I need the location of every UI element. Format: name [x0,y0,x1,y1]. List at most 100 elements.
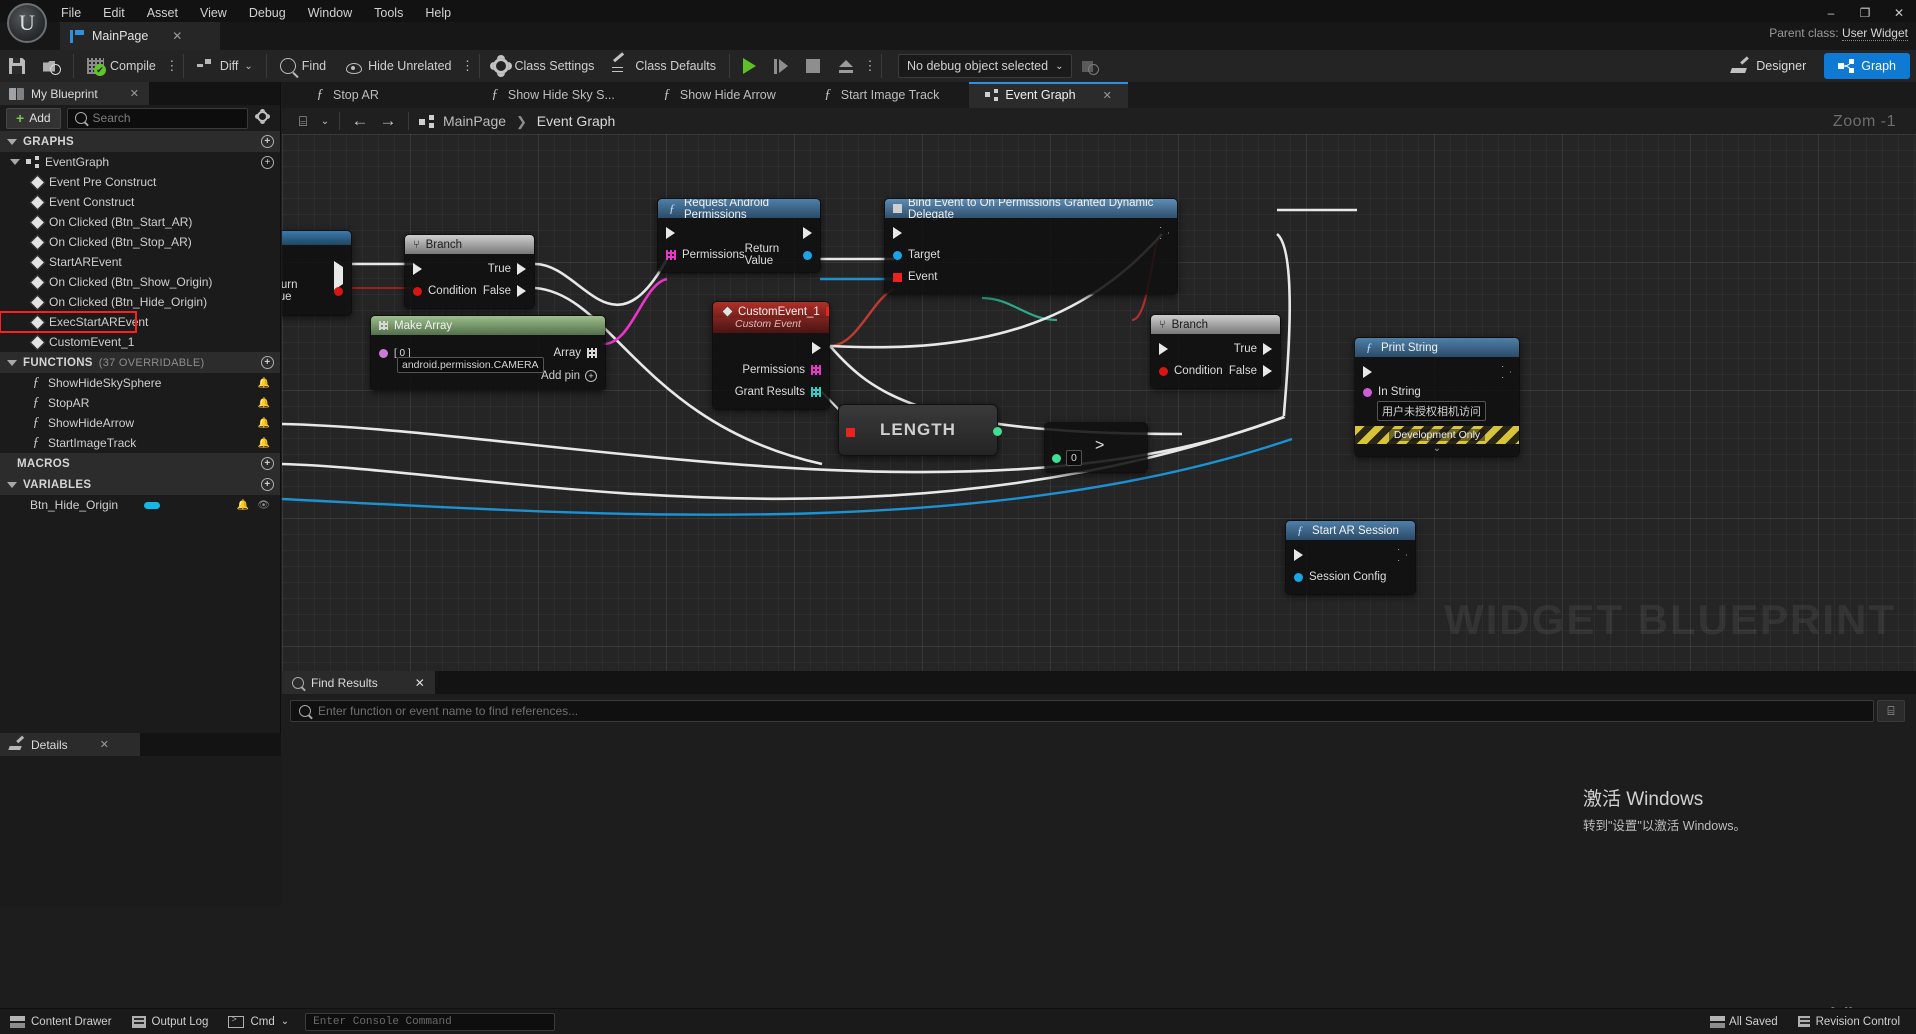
designer-mode-button[interactable]: Designer [1717,53,1820,79]
graph-tab-close-icon[interactable]: ✕ [1103,89,1112,102]
bell-icon[interactable]: 🔔 [258,378,270,389]
tree-item-variable-0[interactable]: Btn_Hide_Origin 🔔 👁 [0,495,280,515]
menu-asset[interactable]: Asset [136,3,189,23]
breadcrumb-current[interactable]: Event Graph [537,113,616,129]
breadcrumb-root[interactable]: MainPage [443,113,506,129]
bell-icon[interactable]: 🔔 [258,418,270,429]
branch-exec-row[interactable]: True [405,258,534,280]
graph-tab-show-hide-arrow[interactable]: ƒ Show Hide Arrow [645,82,792,108]
bell-icon[interactable]: 🔔 [237,500,249,511]
menu-debug[interactable]: Debug [238,3,297,23]
node-bind-event[interactable]: Bind Event to On Permissions Granted Dyn… [884,198,1178,295]
find-filter-button[interactable]: ⌸ [1877,700,1905,722]
cmd-button[interactable]: Cmd ⌄ [218,1009,299,1034]
graph-tab-show-hide-sky-sphere[interactable]: ƒ Show Hide Sky S... [473,82,631,108]
find-results-tab[interactable]: Find Results ✕ [282,671,435,694]
my-blueprint-tab-close-icon[interactable]: ✕ [130,87,139,100]
rap-permissions-row[interactable]: Permissions Return Value [658,243,820,267]
console-command-input-wrap[interactable] [305,1012,556,1031]
add-macro-icon[interactable]: + [261,457,274,470]
gt-input-b-pin[interactable]: 0 [1052,450,1082,466]
bell-icon[interactable]: 🔔 [258,438,270,449]
tree-item-event-3[interactable]: On Clicked (Btn_Stop_AR) [0,232,280,252]
node-branch-2[interactable]: ⑂ Branch True Condition False [1150,314,1281,389]
my-blueprint-settings-button[interactable] [254,108,274,128]
functions-section-header[interactable]: FUNCTIONS (37 OVERRIDABLE) + [0,352,280,373]
menu-window[interactable]: Window [297,3,363,23]
step-button[interactable] [765,50,797,82]
bind-target-row[interactable]: Target [885,244,1177,266]
node-custom-event-1[interactable]: CustomEvent_1 Custom Event Permissions G… [712,301,830,410]
node-request-android-permissions[interactable]: ƒ Request Android Permissions Permission… [657,198,821,273]
details-tab[interactable]: Details ✕ [0,733,140,756]
content-drawer-button[interactable]: Content Drawer [0,1009,122,1034]
ce-permissions-row[interactable]: Permissions [713,359,829,381]
tree-item-function-0[interactable]: ƒ ShowHideSkySphere 🔔 [0,373,280,393]
ps-instring-row[interactable]: In String [1355,383,1519,401]
all-saved-button[interactable]: All Saved [1700,1009,1788,1034]
add-variable-icon[interactable]: + [261,478,274,491]
menu-edit[interactable]: Edit [92,3,136,23]
hide-unrelated-options-button[interactable]: ⋮ [461,50,475,82]
bookmark-button[interactable]: ⌸ [290,109,316,133]
tree-item-function-2[interactable]: ƒ ShowHideArrow 🔔 [0,413,280,433]
tree-item-function-1[interactable]: ƒ StopAR 🔔 [0,393,280,413]
eject-button[interactable] [829,50,863,82]
compile-options-button[interactable]: ⋮ [165,50,179,82]
asset-tab-mainpage[interactable]: MainPage ✕ [60,22,220,50]
ps-exec-row[interactable] [1355,361,1519,383]
branch-condition-row[interactable]: Condition False [405,280,534,302]
tree-item-event-0[interactable]: Event Pre Construct [0,172,280,192]
find-results-search-input[interactable] [318,704,1865,718]
bind-exec-row[interactable] [885,222,1177,244]
variables-section-header[interactable]: VARIABLES + [0,474,280,495]
output-log-button[interactable]: Output Log [122,1009,219,1034]
stop-button[interactable] [797,50,829,82]
my-blueprint-search-input[interactable] [92,111,240,125]
tree-item-event-1[interactable]: Event Construct [0,192,280,212]
tree-item-eventgraph[interactable]: EventGraph + [0,152,280,172]
return-value-pin[interactable]: Return Value [282,279,343,303]
revision-control-button[interactable]: Revision Control [1788,1009,1910,1034]
graph-tab-start-image-track[interactable]: ƒ Start Image Track [806,82,956,108]
add-button[interactable]: + Add [6,107,61,129]
menu-file[interactable]: File [50,3,92,23]
play-button[interactable] [734,50,765,82]
graphs-section-header[interactable]: GRAPHS + [0,131,280,152]
tree-item-event-5[interactable]: On Clicked (Btn_Show_Origin) [0,272,280,292]
debug-browse-icon[interactable] [1082,59,1100,75]
my-blueprint-tab[interactable]: My Blueprint ✕ [0,82,149,105]
sas-session-config-row[interactable]: Session Config [1286,566,1415,588]
print-string-value-input[interactable]: 用户未授权相机访问 [1377,401,1486,421]
gt-value-input[interactable]: 0 [1066,450,1082,466]
save-button[interactable] [0,50,34,82]
node-greater-than[interactable]: 0 > [1044,422,1148,473]
macros-section-header[interactable]: MACROS + [0,453,280,474]
asset-tab-close-icon[interactable]: ✕ [172,29,182,43]
node-left-partial[interactable]: Return Value [282,230,352,316]
graph-tab-event-graph[interactable]: Event Graph ✕ [969,82,1128,108]
diff-button[interactable]: Diff ⌄ [188,50,262,82]
delegate-pin-icon[interactable] [825,307,829,316]
find-results-search-box[interactable]: ⌸ [290,700,1905,722]
class-defaults-button[interactable]: Class Defaults [603,50,725,82]
sas-exec-row[interactable] [1286,544,1415,566]
node-print-string[interactable]: ƒ Print String In String 用户未授权相机访问 Devel… [1354,337,1520,457]
add-function-icon[interactable]: + [261,356,274,369]
tree-item-function-3[interactable]: ƒ StartImageTrack 🔔 [0,433,280,453]
node-length[interactable]: LENGTH [838,404,1002,456]
bell-icon[interactable]: 🔔 [258,398,270,409]
unreal-engine-logo[interactable]: U [7,3,47,43]
back-button[interactable]: ← [347,109,373,133]
ce-exec-row[interactable] [713,337,829,359]
console-command-input[interactable] [313,1015,548,1028]
tree-item-execstartarevent[interactable]: ExecStartAREvent [0,311,148,333]
parent-class-value[interactable]: User Widget [1841,26,1908,41]
hide-unrelated-button[interactable]: Hide Unrelated [335,50,460,82]
compile-button[interactable]: Compile [78,50,165,82]
debug-object-dropdown[interactable]: No debug object selected ⌄ [898,54,1073,78]
node-make-array[interactable]: Make Array [ 0 ] Array android.permissio… [370,315,606,391]
bind-event-row[interactable]: Event [885,266,1177,288]
branch2-exec-row[interactable]: True [1151,338,1280,360]
details-tab-close-icon[interactable]: ✕ [100,738,109,751]
